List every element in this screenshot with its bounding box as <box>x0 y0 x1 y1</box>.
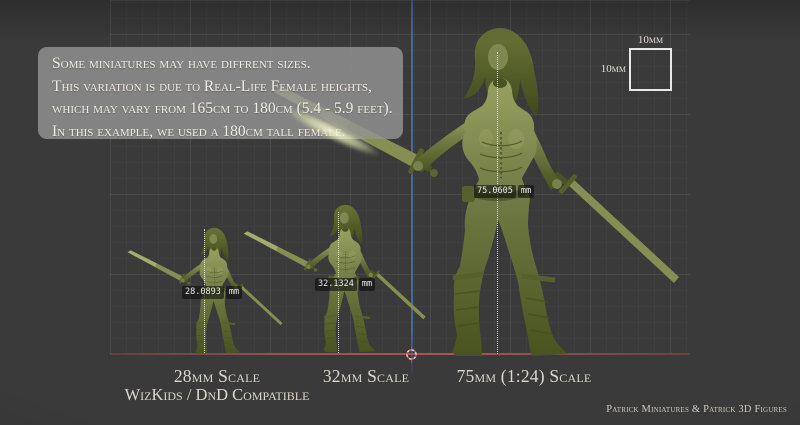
caption-75mm-scale: 75mm (1:24) Scale <box>457 366 592 387</box>
height-measure-line-75mm <box>497 52 498 354</box>
measurement-value: 75.0605 <box>474 185 516 198</box>
measurement-unit: mm <box>359 278 375 291</box>
brand-credit: Patrick Miniatures & Patrick 3D Figures <box>606 404 787 415</box>
measurement-value: 28.0893 <box>182 286 224 299</box>
caption-28mm-compatibility: WizKids / DnD Compatible <box>125 385 310 405</box>
measurement-unit: mm <box>226 286 242 299</box>
info-text-box: Some miniatures may have diffrent sizes.… <box>38 47 403 139</box>
reference-square-top-label: 10mm <box>629 34 672 46</box>
info-line: In this example, we used a 180cm tall fe… <box>52 121 389 144</box>
info-line: which may vary from 165cm to 180cm (5.4 … <box>52 98 389 121</box>
measurement-label-32mm: 32.1324 mm <box>315 278 375 291</box>
measurement-unit: mm <box>518 185 534 198</box>
info-line: Some miniatures may have diffrent sizes. <box>52 53 389 76</box>
3d-cursor-icon[interactable] <box>403 346 420 363</box>
3d-viewport[interactable]: 28.0893 mm 32.1324 mm 75.0605 mm Some mi… <box>0 0 800 425</box>
measurement-label-28mm: 28.0893 mm <box>182 286 242 299</box>
measurement-value: 32.1324 <box>315 278 357 291</box>
caption-28mm-scale: 28mm Scale <box>174 366 260 387</box>
caption-32mm-scale: 32mm Scale <box>323 366 409 387</box>
measurement-label-75mm: 75.0605 mm <box>474 185 534 198</box>
reference-square-10mm <box>629 48 672 91</box>
reference-square-side-label: 10mm <box>576 63 626 75</box>
info-line: This variation is due to Real-Life Femal… <box>52 76 389 99</box>
